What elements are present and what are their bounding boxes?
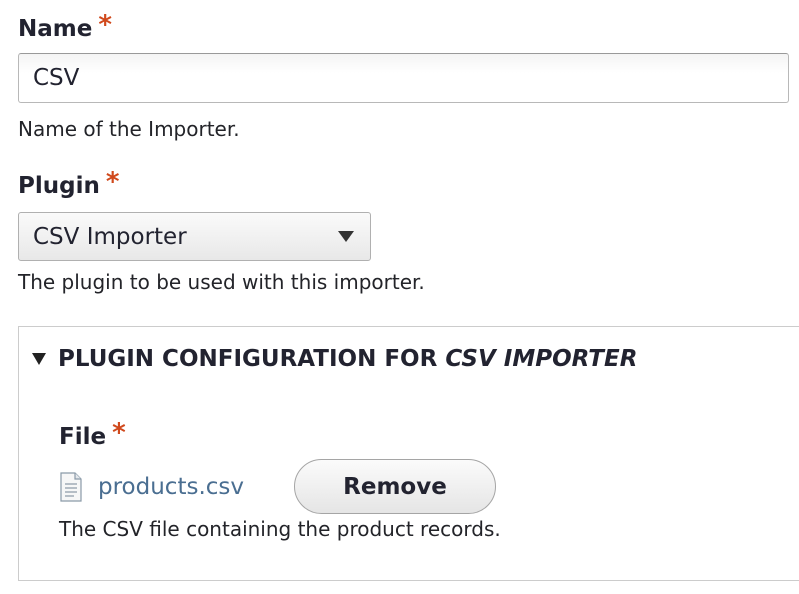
plugin-select-value: CSV Importer [33, 223, 187, 250]
required-mark: * [98, 10, 112, 40]
legend-prefix: PLUGIN CONFIGURATION FOR [58, 346, 438, 372]
plugin-label: Plugin * [18, 167, 119, 201]
file-link[interactable]: products.csv [98, 474, 244, 500]
file-icon [60, 472, 82, 502]
required-mark: * [112, 418, 126, 448]
importer-form: Name * Name of the Importer. Plugin * CS… [0, 0, 799, 594]
legend-plugin-name: CSV IMPORTER [445, 346, 638, 372]
name-description: Name of the Importer. [18, 117, 240, 141]
remove-button[interactable]: Remove [294, 459, 496, 514]
plugin-description: The plugin to be used with this importer… [18, 270, 425, 294]
triangle-down-icon [32, 353, 46, 365]
file-label-text: File [59, 424, 107, 450]
name-label: Name * [18, 10, 112, 44]
file-description: The CSV file containing the product reco… [59, 517, 501, 541]
required-mark: * [105, 167, 120, 197]
plugin-configuration-toggle[interactable]: PLUGIN CONFIGURATION FOR CSV IMPORTER [32, 346, 637, 372]
chevron-down-icon [338, 231, 354, 242]
legend-text: PLUGIN CONFIGURATION FOR CSV IMPORTER [58, 346, 637, 372]
name-input[interactable] [18, 53, 789, 103]
plugin-select[interactable]: CSV Importer [18, 212, 371, 261]
name-label-text: Name [18, 16, 93, 42]
file-label: File * [59, 418, 126, 452]
file-item: products.csv [60, 459, 244, 515]
plugin-label-text: Plugin [18, 173, 100, 199]
